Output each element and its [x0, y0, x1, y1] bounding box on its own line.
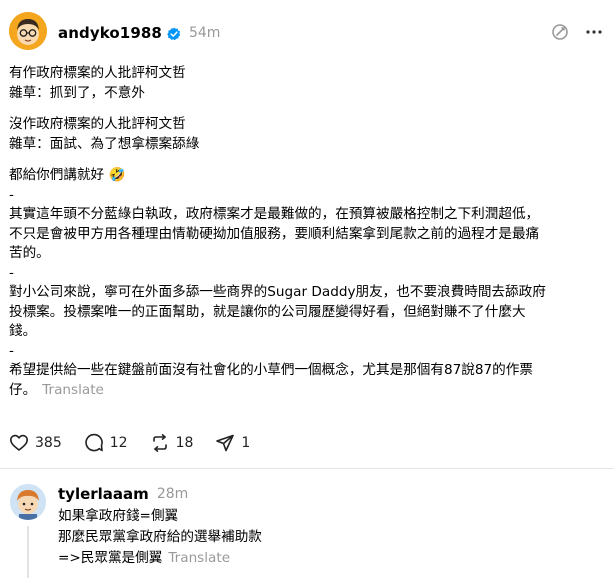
post-line: -	[9, 342, 14, 359]
post-line-last: 仔。 Translate	[9, 381, 605, 401]
post-line: 對小公司來說，寧可在外面多舔一些商界的Sugar Daddy朋友，也不要浪費時間…	[9, 284, 546, 300]
repost-icon	[152, 434, 167, 452]
post-line-text: 都給你們講就好	[9, 167, 105, 183]
share-button[interactable]: 1	[215, 433, 250, 453]
post-action-bar: 385 12 18 1	[9, 432, 272, 454]
reply-body: 如果拿政府錢=側翼 那麼民眾黨拿政府給的選舉補助款 =>民眾黨是側翼 Transl…	[58, 506, 598, 569]
post-line: 沒作政府標案的人批評柯文哲	[9, 116, 186, 132]
like-count: 385	[35, 435, 62, 451]
like-button[interactable]: 385	[9, 433, 62, 453]
comment-bubble-icon	[85, 433, 103, 452]
post-line: 雜草：抓到了，不意外	[9, 84, 145, 101]
verified-badge-icon	[167, 26, 181, 41]
reply-username[interactable]: tylerlaaam	[58, 485, 149, 503]
post-header: andyko1988 54m	[58, 22, 220, 44]
post-line-with-emoji: 都給你們講就好 🤣	[9, 166, 605, 186]
post-line: 苦的。	[9, 245, 50, 261]
post-line: 不只是會被甲方用各種理由情勒硬拗加值服務，要順利結案拿到尾款之前的過程才是最痛	[9, 225, 540, 242]
thread-line	[27, 526, 29, 578]
post-line-text: 仔。	[9, 381, 37, 398]
post-divider	[0, 468, 614, 469]
reply-translate-link[interactable]: Translate	[168, 550, 230, 566]
post-timestamp: 54m	[188, 25, 221, 41]
send-icon	[216, 434, 235, 452]
more-horizontal-icon[interactable]	[584, 22, 604, 42]
comment-count: 12	[109, 435, 128, 451]
comment-button[interactable]: 12	[84, 433, 128, 453]
reply-line: 如果拿政府錢=側翼	[58, 508, 179, 524]
share-count: 1	[241, 435, 251, 451]
circle-slash-icon[interactable]	[550, 22, 570, 42]
reply-line-text: =>民眾黨是側翼	[58, 550, 163, 566]
reply-timestamp: 28m	[156, 486, 189, 502]
post-line: -	[9, 264, 14, 281]
reply-line: 那麼民眾黨拿政府給的選舉補助款	[58, 529, 262, 545]
post-line: 錢。	[9, 323, 37, 339]
post-line: 投標案。投標案唯一的正面幫助，就是讓你的公司履歷變得好看，但絕對賺不了什麼大	[9, 303, 526, 320]
post-line: 有作政府標案的人批評柯文哲	[9, 65, 186, 81]
post-line: 雜草：面試、為了想拿標案舔綠	[9, 135, 200, 152]
author-username[interactable]: andyko1988	[58, 24, 162, 42]
translate-link[interactable]: Translate	[42, 382, 104, 398]
post-body: 有作政府標案的人批評柯文哲 雜草：抓到了，不意外 沒作政府標案的人批評柯文哲 雜…	[9, 64, 605, 400]
avatar-illustration	[9, 12, 47, 50]
post-line: -	[9, 186, 14, 203]
avatar-illustration	[10, 484, 46, 520]
reply-avatar[interactable]	[10, 484, 46, 520]
post-top-actions	[550, 22, 614, 42]
post-line: 其實這年頭不分藍綠白執政，政府標案才是最難做的，在預算被嚴格控制之下利潤超低，	[9, 206, 540, 222]
repost-button[interactable]: 18	[150, 433, 194, 453]
repost-count: 18	[175, 435, 194, 451]
author-avatar[interactable]	[9, 12, 47, 50]
post-line: 希望提供給一些在鍵盤前面沒有社會化的小草們一個概念，尤其是那個有87說87的作票	[9, 362, 533, 378]
reply-header: tylerlaaam 28m	[58, 483, 188, 505]
reply-line-last: =>民眾黨是側翼 Translate	[58, 548, 598, 569]
laughing-emoji-icon: 🤣	[108, 167, 126, 183]
heart-icon	[10, 434, 28, 451]
